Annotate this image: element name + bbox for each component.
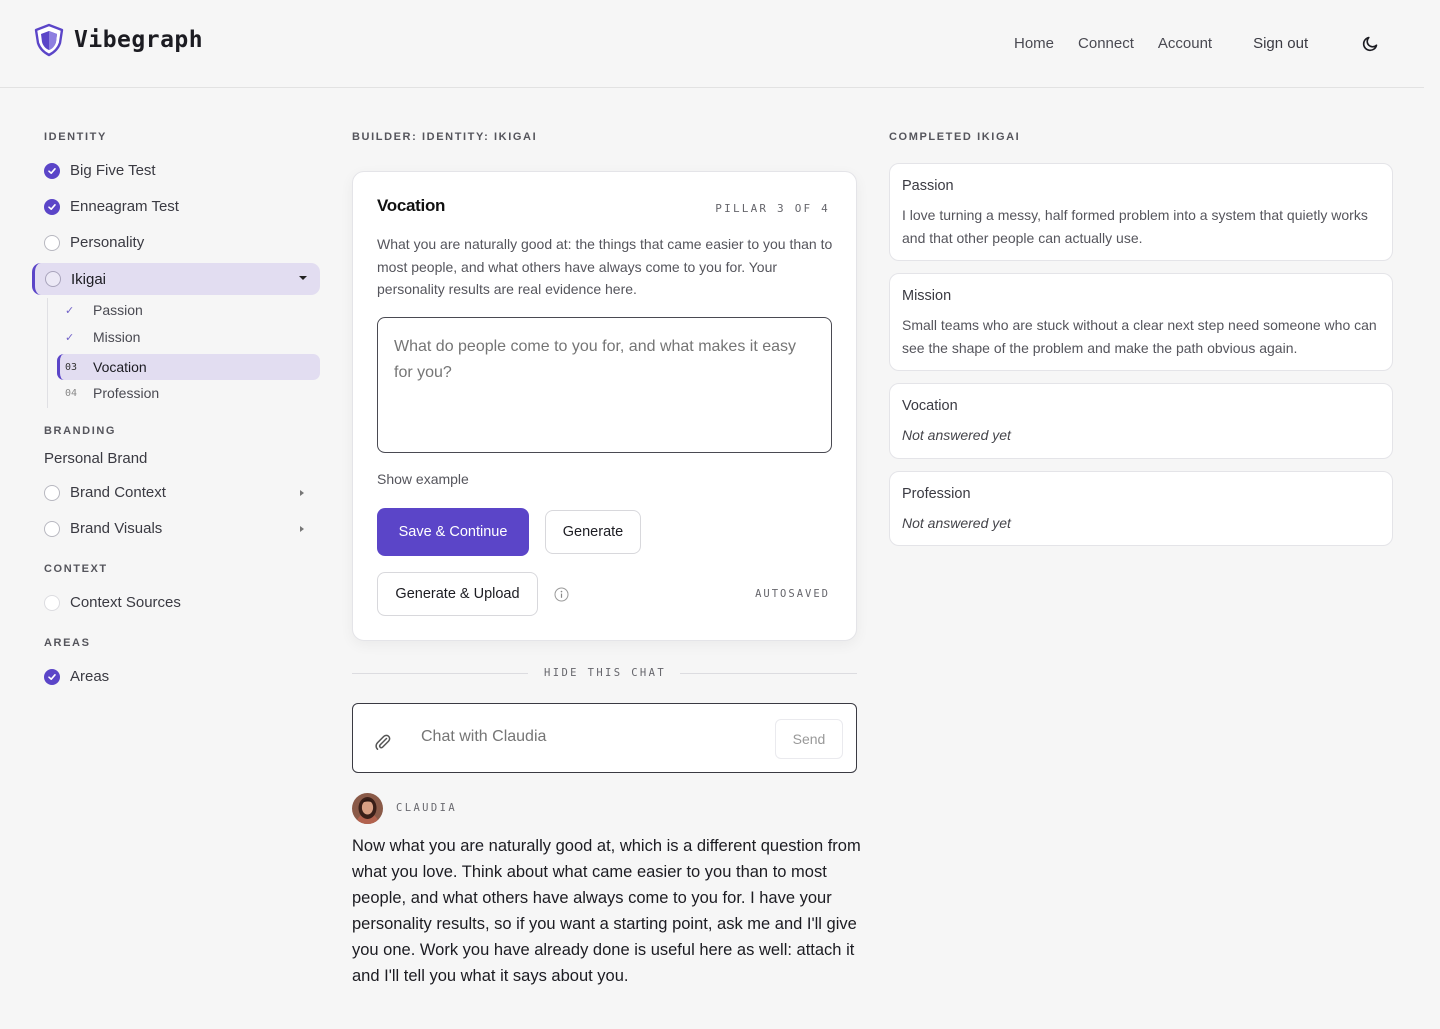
completed-card-text: I love turning a messy, half formed prob… <box>902 207 1368 246</box>
card-title: Vocation <box>377 196 446 215</box>
caret-down-icon[interactable] <box>299 276 307 280</box>
divider <box>352 673 528 674</box>
sidebar-item-ikigai[interactable]: Ikigai <box>32 263 320 295</box>
app-logo[interactable]: Vibegraph <box>32 23 203 57</box>
sidebar-subitem-mission[interactable]: ✓ Mission <box>65 329 140 345</box>
sidebar-item-label: Enneagram Test <box>70 198 179 215</box>
check-icon <box>44 198 60 215</box>
breadcrumb: BUILDER: IDENTITY: IKIGAI <box>352 131 538 143</box>
moon-icon[interactable] <box>1362 34 1380 52</box>
personal-brand-heading: Personal Brand <box>44 450 148 467</box>
builder-card: Vocation PILLAR 3 OF 4 What you are natu… <box>352 171 857 641</box>
completed-card-vocation: Vocation Not answered yet <box>889 383 1393 459</box>
sidebar-item-label: Personality <box>70 234 145 251</box>
step-number: 03 <box>65 361 78 373</box>
chat-input[interactable] <box>421 728 751 746</box>
sidebar-item-enneagram[interactable]: Enneagram Test <box>44 198 179 215</box>
generate-button[interactable]: Generate <box>545 510 641 554</box>
app-name: Vibegraph <box>74 27 204 53</box>
step-number: 04 <box>65 387 78 399</box>
shield-logo-icon <box>34 23 64 57</box>
check-mark-icon: ✓ <box>65 304 75 317</box>
divider <box>680 673 857 674</box>
pillar-indicator: PILLAR 3 OF 4 <box>715 202 830 215</box>
subitem-label: Mission <box>93 329 141 345</box>
sidebar-item-areas[interactable]: Areas <box>44 668 109 685</box>
completed-card-passion: Passion I love turning a messy, half for… <box>889 163 1393 261</box>
claudia-avatar <box>352 793 383 824</box>
check-mark-icon: ✓ <box>65 331 75 344</box>
empty-circle-icon <box>44 594 60 611</box>
paperclip-icon[interactable] <box>373 732 393 752</box>
top-bar: Vibegraph Home Connect Account Sign out <box>0 0 1424 88</box>
sidebar-subitem-passion[interactable]: ✓ Passion <box>65 302 143 318</box>
subitem-label: Vocation <box>93 359 147 375</box>
check-icon <box>44 162 60 179</box>
completed-card-profession: Profession Not answered yet <box>889 471 1393 546</box>
sidebar-item-label: Ikigai <box>71 270 107 288</box>
identity-section-label: IDENTITY <box>44 131 107 143</box>
empty-circle-icon <box>44 234 60 251</box>
hide-chat-toggle[interactable]: HIDE THIS CHAT <box>544 667 666 679</box>
sidebar-item-context-sources[interactable]: Context Sources <box>44 594 181 611</box>
branding-section-label: BRANDING <box>44 425 117 437</box>
caret-right-icon[interactable] <box>300 526 304 532</box>
card-description: What you are naturally good at: the thin… <box>377 236 833 297</box>
completed-card-title: Profession <box>902 486 971 502</box>
completed-card-mission: Mission Small teams who are stuck withou… <box>889 273 1393 371</box>
send-button[interactable]: Send <box>775 719 843 759</box>
sidebar-subitem-vocation[interactable]: 03 Vocation <box>57 354 320 380</box>
sign-out-link[interactable]: Sign out <box>1253 35 1308 52</box>
empty-circle-icon <box>44 520 60 537</box>
nav-home[interactable]: Home <box>1014 35 1054 52</box>
subitem-label: Passion <box>93 302 143 318</box>
agent-name: CLAUDIA <box>396 802 458 814</box>
sidebar-item-brand-visuals[interactable]: Brand Visuals <box>44 520 162 537</box>
nav-connect[interactable]: Connect <box>1078 35 1134 52</box>
sidebar-subitem-profession[interactable]: 04 Profession <box>65 385 159 401</box>
save-continue-button[interactable]: Save & Continue <box>377 508 529 556</box>
sidebar-item-label: Context Sources <box>70 594 181 611</box>
completed-card-text: Not answered yet <box>902 515 1011 531</box>
completed-card-title: Mission <box>902 288 952 304</box>
context-section-label: CONTEXT <box>44 563 108 575</box>
areas-section-label: AREAS <box>44 637 91 649</box>
main-nav: Home Connect Account Sign out <box>1014 35 1332 52</box>
empty-circle-icon <box>44 484 60 501</box>
generate-upload-button[interactable]: Generate & Upload <box>377 572 538 616</box>
chat-composer: Send <box>352 703 857 773</box>
show-example-link[interactable]: Show example <box>377 471 469 487</box>
sidebar-item-big-five[interactable]: Big Five Test <box>44 162 156 179</box>
subitem-label: Profession <box>93 385 160 401</box>
completed-card-title: Vocation <box>902 398 958 414</box>
caret-right-icon[interactable] <box>300 490 304 496</box>
completed-ikigai-label: COMPLETED IKIGAI <box>889 131 1021 143</box>
vocation-answer-input[interactable] <box>377 317 832 453</box>
sidebar-item-label: Brand Context <box>70 484 166 501</box>
autosaved-status: AUTOSAVED <box>755 588 830 600</box>
empty-circle-icon <box>45 271 61 287</box>
agent-message: Now what you are naturally good at, whic… <box>352 837 861 985</box>
completed-card-text: Not answered yet <box>902 427 1011 443</box>
sidebar-item-brand-context[interactable]: Brand Context <box>44 484 166 501</box>
nav-account[interactable]: Account <box>1158 35 1212 52</box>
sidebar-item-personality[interactable]: Personality <box>44 234 144 251</box>
check-icon <box>44 668 60 685</box>
info-icon[interactable] <box>554 587 569 602</box>
sidebar-item-label: Areas <box>70 668 110 685</box>
completed-card-title: Passion <box>902 178 954 194</box>
completed-card-text: Small teams who are stuck without a clea… <box>902 317 1377 356</box>
sidebar-item-label: Big Five Test <box>70 162 156 179</box>
subtree-line <box>47 298 48 408</box>
sidebar-item-label: Brand Visuals <box>70 520 163 537</box>
